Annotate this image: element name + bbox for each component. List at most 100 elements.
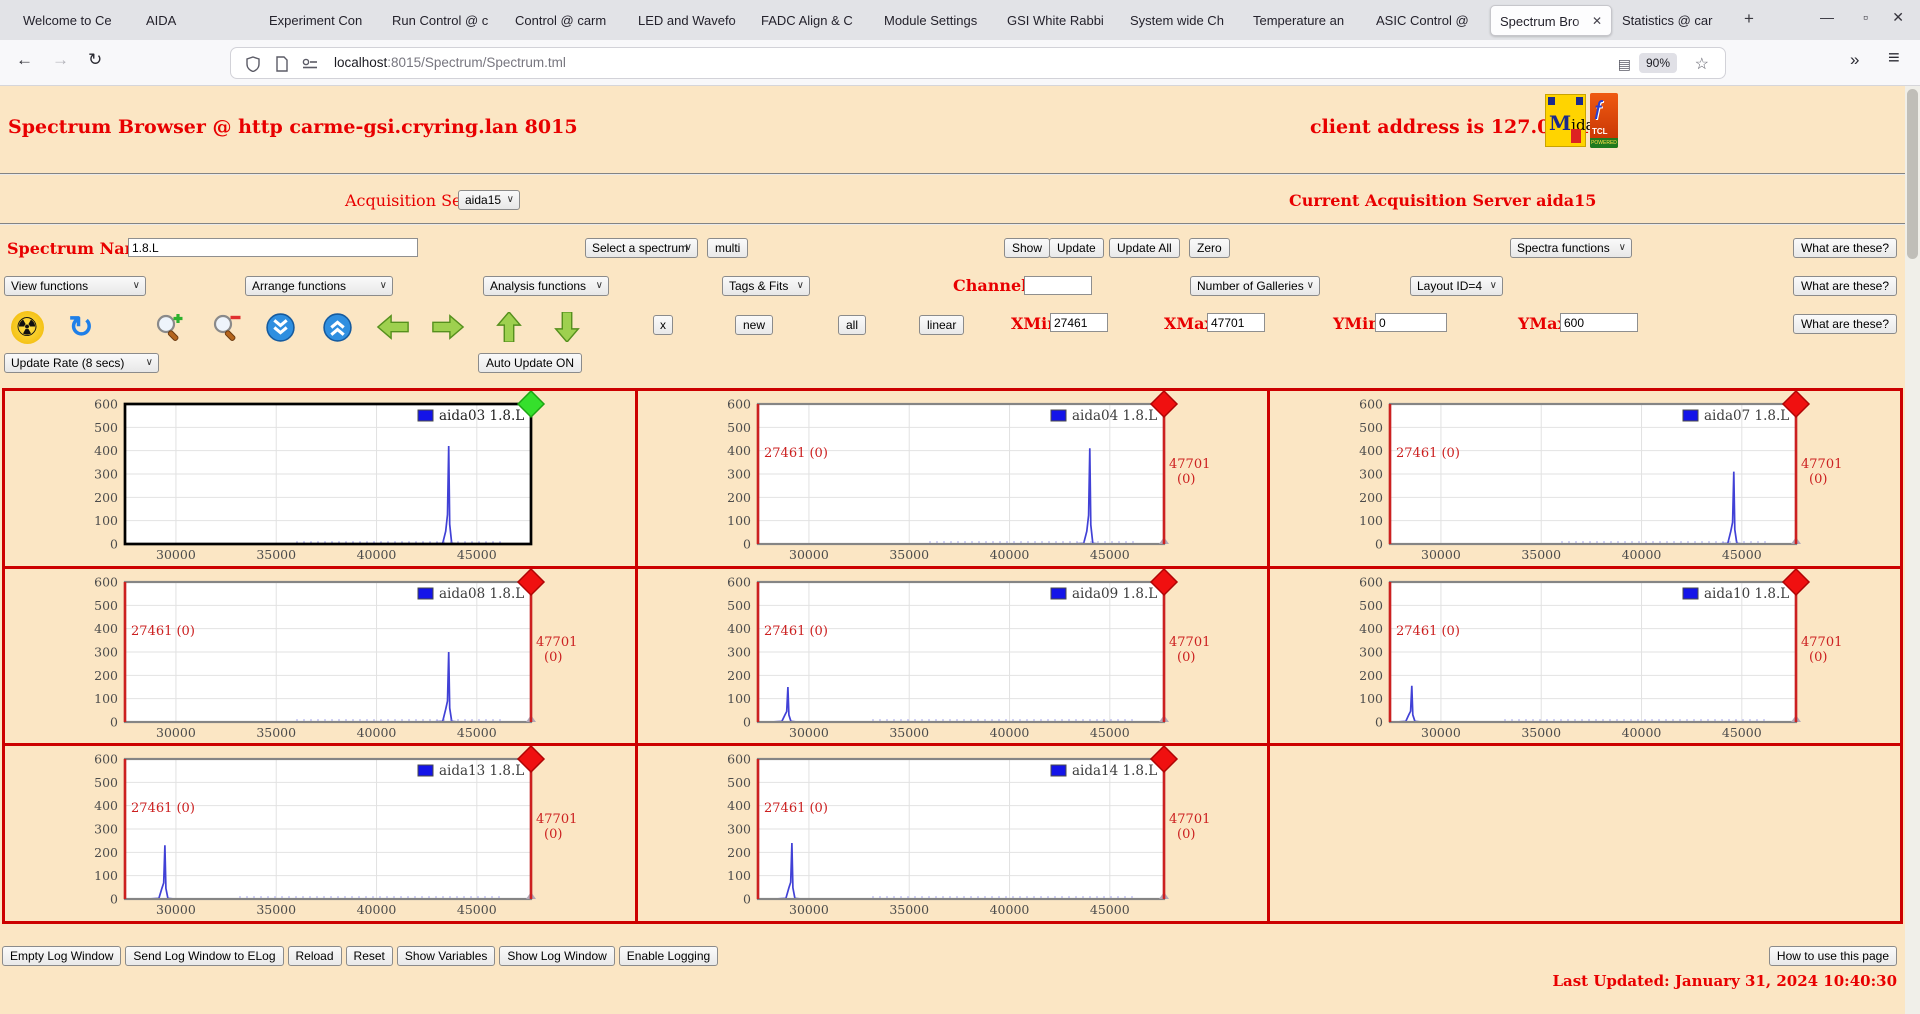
update-all-button[interactable]: Update All: [1109, 238, 1180, 258]
x-button[interactable]: x: [653, 315, 673, 335]
empty-log-window-button[interactable]: Empty Log Window: [2, 946, 122, 966]
page-title: Spectrum Browser @ http carme-gsi.cryrin…: [8, 116, 578, 138]
show-variables-button[interactable]: Show Variables: [396, 946, 496, 966]
expand-y-icon[interactable]: [320, 310, 354, 344]
shield-icon[interactable]: [245, 56, 261, 77]
menu-hamburger-icon[interactable]: ≡: [1888, 47, 1900, 70]
reload-icon[interactable]: ↻: [88, 50, 102, 70]
zero-button[interactable]: Zero: [1189, 238, 1230, 258]
spectrum-name-input[interactable]: [128, 238, 418, 257]
back-icon[interactable]: ←: [16, 50, 33, 70]
reload-button[interactable]: Reload: [287, 946, 342, 966]
reader-mode-icon[interactable]: ▤: [1618, 56, 1631, 73]
tags-fits-select[interactable]: Tags & Fits: [722, 276, 810, 296]
browser-tab-aida[interactable]: AIDA: [137, 4, 259, 36]
send-log-window-to-elog-button[interactable]: Send Log Window to ELog: [125, 946, 284, 966]
what-are-these-button-2[interactable]: What are these?: [1792, 276, 1897, 296]
browser-tab-asic-control-[interactable]: ASIC Control @: [1367, 4, 1489, 36]
pan-left-icon[interactable]: [376, 310, 410, 344]
tab-label: Statistics @ car: [1622, 12, 1713, 28]
spectrum-panel-aida10[interactable]: 0 100 200 300 400 500 600 30000 35000 40000 45000 2…: [1270, 568, 1903, 747]
new-button[interactable]: new: [735, 315, 774, 335]
all-button[interactable]: all: [838, 315, 867, 335]
spectrum-panel-aida14[interactable]: 0 100 200 300 400 500 600 30000 35000 40000 45000 2…: [637, 746, 1271, 924]
browser-tab-system-wide-ch[interactable]: System wide Ch: [1121, 4, 1243, 36]
ymax-input[interactable]: [1560, 313, 1638, 332]
spectrum-panel-aida03[interactable]: 0 100 200 300 400 500 600 30000 35000 40000 45000 a…: [5, 391, 638, 569]
spectrum-panel-aida09[interactable]: 0 100 200 300 400 500 600 30000 35000 40000 45000 2…: [637, 568, 1271, 747]
window-maximize-button[interactable]: ▫: [1863, 9, 1868, 25]
svg-text:600: 600: [1359, 574, 1383, 589]
update-rate-select[interactable]: Update Rate (8 secs): [4, 353, 159, 373]
page-scrollbar[interactable]: [1905, 86, 1920, 1014]
permissions-icon[interactable]: [301, 56, 319, 77]
arrange-functions-select[interactable]: Arrange functions: [245, 276, 393, 296]
browser-tab-welcome-to-ce[interactable]: Welcome to Ce: [14, 4, 136, 36]
pan-down-icon[interactable]: [550, 310, 584, 344]
xmin-input[interactable]: [1050, 313, 1108, 332]
how-to-use-button[interactable]: How to use this page: [1768, 946, 1897, 966]
forward-icon[interactable]: →: [52, 50, 69, 70]
midas-logo[interactable]: Midas: [1545, 94, 1602, 147]
tab-close-icon[interactable]: ✕: [1589, 5, 1605, 35]
browser-tab-statistics-car[interactable]: Statistics @ car: [1613, 4, 1735, 36]
browser-tab-spectrum-bro[interactable]: Spectrum Bro ✕: [1490, 4, 1612, 36]
window-minimize-button[interactable]: —: [1820, 9, 1834, 25]
view-functions-select[interactable]: View functions: [4, 276, 146, 296]
url-bar[interactable]: localhost:8015/Spectrum/Spectrum.tml ▤ 9…: [230, 47, 1726, 79]
zoom-in-icon[interactable]: [153, 310, 187, 344]
what-are-these-button-3[interactable]: What are these?: [1792, 314, 1897, 334]
scrollbar-thumb[interactable]: [1907, 89, 1918, 259]
browser-tab-led-and-wavefo[interactable]: LED and Wavefo: [629, 4, 751, 36]
browser-tab-fadc-align-c[interactable]: FADC Align & C: [752, 4, 874, 36]
acquisition-server-select[interactable]: aida15: [458, 190, 520, 210]
show-button[interactable]: Show: [1004, 238, 1051, 258]
auto-update-button[interactable]: Auto Update ON: [478, 353, 583, 373]
enable-logging-button[interactable]: Enable Logging: [618, 946, 719, 966]
zoom-level-badge[interactable]: 90%: [1638, 53, 1677, 73]
spectrum-panel-aida04[interactable]: 0 100 200 300 400 500 600 30000 35000 40000 45000 2…: [637, 391, 1271, 569]
spectrum-panel-aida08[interactable]: 0 100 200 300 400 500 600 30000 35000 40000 45000 2…: [5, 568, 638, 747]
multi-button[interactable]: multi: [707, 238, 749, 258]
browser-tab-module-settings[interactable]: Module Settings: [875, 4, 997, 36]
spectrum-chart: 0 100 200 300 400 500 600 30000 35000 40000 45000 2…: [1359, 391, 1843, 562]
reset-button[interactable]: Reset: [345, 946, 393, 966]
update-button[interactable]: Update: [1049, 238, 1104, 258]
channel-input[interactable]: [1024, 276, 1092, 295]
refresh-icon[interactable]: ↻: [64, 310, 98, 344]
bookmark-star-icon[interactable]: ☆: [1695, 54, 1709, 74]
spectra-functions-select[interactable]: Spectra functions: [1510, 238, 1632, 258]
number-of-galleries-select[interactable]: Number of Galleries: [1190, 276, 1320, 296]
xmax-input[interactable]: [1207, 313, 1265, 332]
window-close-button[interactable]: ✕: [1892, 9, 1904, 26]
page-info-icon[interactable]: [275, 56, 289, 77]
select-a-spectrum-select[interactable]: Select a spectrum: [585, 238, 698, 258]
ymin-input[interactable]: [1375, 313, 1447, 332]
svg-text:aida14 1.8.L: aida14 1.8.L: [1072, 763, 1157, 779]
overflow-chevrons-icon[interactable]: »: [1850, 50, 1860, 70]
spectrum-panel-aida07[interactable]: 0 100 200 300 400 500 600 30000 35000 40000 45000 2…: [1270, 391, 1903, 569]
spectrum-panel-aida13[interactable]: 0 100 200 300 400 500 600 30000 35000 40000 45000 2…: [5, 746, 638, 924]
svg-text:45000: 45000: [1090, 547, 1130, 562]
svg-text:0: 0: [110, 714, 118, 729]
url-text[interactable]: localhost:8015/Spectrum/Spectrum.tml: [334, 55, 566, 70]
browser-tab-gsi-white-rabbi[interactable]: GSI White Rabbi: [998, 4, 1120, 36]
analysis-functions-select[interactable]: Analysis functions: [483, 276, 609, 296]
zoom-out-icon[interactable]: [210, 310, 244, 344]
linear-button[interactable]: linear: [919, 315, 965, 335]
what-are-these-button-1[interactable]: What are these?: [1792, 238, 1897, 258]
radiation-icon[interactable]: ☢: [10, 310, 44, 344]
layout-id-select[interactable]: Layout ID=4: [1410, 276, 1503, 296]
collapse-y-icon[interactable]: [263, 310, 297, 344]
channel-label: Channel:: [953, 276, 1034, 295]
svg-text:30000: 30000: [789, 547, 829, 562]
pan-right-icon[interactable]: [431, 310, 465, 344]
new-tab-button[interactable]: +: [1736, 7, 1762, 33]
browser-tab-experiment-con[interactable]: Experiment Con: [260, 4, 382, 36]
browser-tab-temperature-an[interactable]: Temperature an: [1244, 4, 1366, 36]
browser-tab-control-carm[interactable]: Control @ carm: [506, 4, 628, 36]
show-log-window-button[interactable]: Show Log Window: [499, 946, 615, 966]
browser-tab-run-control-c[interactable]: Run Control @ c: [383, 4, 505, 36]
tcl-powered-logo[interactable]: 𝑓 TCL POWERED: [1590, 93, 1618, 148]
pan-up-icon[interactable]: [492, 310, 526, 344]
